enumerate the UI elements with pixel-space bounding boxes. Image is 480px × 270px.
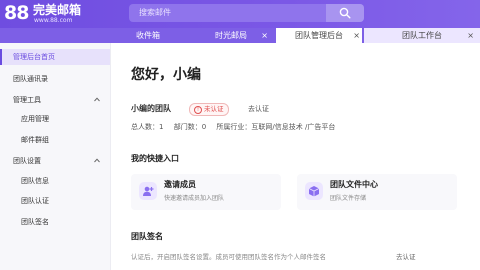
main-content: 您好，小编 小编的团队 ! 未认证 去认证 总人数：1 部门数：0 所属行业：互联… — [111, 43, 480, 270]
logo-name: 完美邮箱 — [33, 3, 82, 17]
sidebar-item-contacts[interactable]: 团队通讯录 — [0, 71, 110, 87]
sidebar-item-label: 邮件群组 — [21, 136, 49, 144]
sidebar-item-team-info[interactable]: 团队信息 — [0, 173, 110, 189]
sidebar-item-admin-home[interactable]: 管理后台首页 — [0, 49, 110, 65]
add-user-icon — [139, 182, 157, 200]
sidebar-item-label: 团队通讯录 — [13, 75, 48, 83]
sidebar-item-team-signature[interactable]: 团队签名 — [0, 214, 110, 230]
tab-label: 收件箱 — [136, 31, 160, 40]
status-badge: ! 未认证 — [189, 103, 229, 116]
sidebar-item-app-management[interactable]: 应用管理 — [0, 111, 110, 127]
tab-inbox[interactable]: 收件箱 — [118, 28, 178, 43]
close-icon[interactable]: × — [467, 28, 474, 43]
search-placeholder: 搜索邮件 — [139, 8, 171, 17]
page-title: 您好，小编 — [131, 67, 201, 83]
chevron-up-icon — [94, 97, 100, 102]
team-stats: 总人数：1 部门数：0 所属行业：互联网/信息技术 /广告平台 — [131, 122, 343, 132]
card-desc: 快速邀请成员加入团队 — [164, 195, 225, 202]
department-count: 部门数：0 — [173, 123, 207, 131]
logo[interactable]: 88 完美邮箱 www.88.com — [4, 3, 116, 25]
close-icon[interactable]: × — [353, 28, 360, 43]
sidebar-item-label: 管理后台首页 — [13, 53, 55, 61]
team-files-card[interactable]: 团队文件中心 团队文件存储 — [297, 174, 457, 210]
sidebar: 管理后台首页 团队通讯录 管理工具 应用管理 邮件群组 团队设置 团队信息 团队… — [0, 43, 111, 270]
sidebar-item-label: 应用管理 — [21, 115, 49, 123]
tab-team-workspace[interactable]: 团队工作台 × — [364, 28, 480, 43]
sidebar-item-label: 团队签名 — [21, 218, 49, 226]
sidebar-item-mail-groups[interactable]: 邮件群组 — [0, 132, 110, 148]
card-title: 邀请成员 — [164, 180, 196, 189]
signature-description: 认证后，开启团队签名设置。成员可使用团队签名作为个人邮件签名 — [131, 253, 326, 261]
sidebar-item-label: 团队设置 — [13, 157, 41, 165]
file-box-icon — [305, 182, 323, 200]
shortcuts-title: 我的快捷入口 — [131, 154, 179, 163]
invite-members-card[interactable]: 邀请成员 快速邀请成员加入团队 — [131, 174, 281, 210]
logo-domain: www.88.com — [34, 17, 73, 24]
sidebar-item-label: 管理工具 — [13, 96, 41, 104]
team-name: 小编的团队 — [131, 104, 171, 113]
chevron-up-icon — [94, 158, 100, 163]
logo-number: 88 — [4, 2, 29, 24]
sidebar-item-label: 团队认证 — [21, 197, 49, 205]
status-badge-label: 未认证 — [204, 105, 224, 113]
tab-label: 团队工作台 — [402, 31, 442, 40]
member-count: 总人数：1 — [131, 123, 164, 131]
search-icon — [339, 7, 351, 19]
tab-label: 团队管理后台 — [295, 31, 343, 40]
signature-verify-link[interactable]: 去认证 — [396, 253, 416, 262]
warning-icon: ! — [194, 106, 202, 114]
sidebar-group-team-settings[interactable]: 团队设置 — [0, 153, 110, 169]
top-bar: 88 完美邮箱 www.88.com 搜索邮件 — [0, 0, 480, 28]
sidebar-item-team-verification[interactable]: 团队认证 — [0, 193, 110, 209]
sidebar-item-label: 团队信息 — [21, 177, 49, 185]
tab-bar: 收件箱 时光邮局 × 团队管理后台 × 团队工作台 × — [0, 28, 480, 43]
search-button[interactable] — [326, 4, 364, 22]
close-icon[interactable]: × — [261, 28, 268, 43]
signature-title: 团队签名 — [131, 232, 163, 241]
search-input[interactable]: 搜索邮件 — [129, 4, 364, 22]
tab-time-post[interactable]: 时光邮局 × — [190, 28, 272, 43]
tab-team-admin[interactable]: 团队管理后台 × — [276, 28, 362, 43]
card-desc: 团队文件存储 — [330, 195, 367, 202]
card-title: 团队文件中心 — [330, 180, 378, 189]
industry: 所属行业：互联网/信息技术 /广告平台 — [216, 123, 336, 131]
tab-label: 时光邮局 — [215, 31, 247, 40]
sidebar-group-tools[interactable]: 管理工具 — [0, 92, 110, 108]
verify-link[interactable]: 去认证 — [248, 104, 269, 114]
